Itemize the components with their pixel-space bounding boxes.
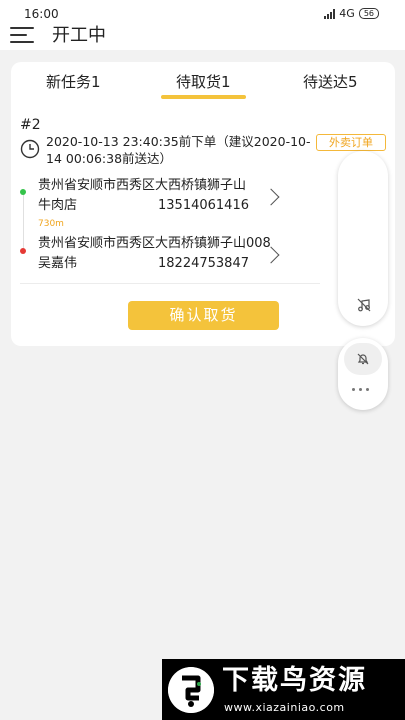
app-header: 开工中 [0, 22, 405, 50]
delivery-phone[interactable]: 18224753847 [158, 255, 249, 272]
pickup-address: 贵州省安顺市西秀区大西桥镇狮子山 [38, 178, 247, 193]
page-title: 开工中 [52, 25, 106, 46]
watermark-banner: 下载鸟资源 www.xiazainiao.com [162, 659, 405, 720]
delivery-name: 吴嘉伟 [38, 256, 78, 271]
watermark-title: 下载鸟资源 [222, 665, 367, 696]
route-line [23, 192, 24, 248]
tab-new-tasks[interactable]: 新任务1 [46, 72, 101, 92]
more-icon[interactable] [352, 388, 369, 391]
status-bar: 16:00 4G 56 [0, 0, 405, 22]
task-tabs: 新任务1 待取货1 待送达5 [11, 62, 395, 102]
clock-icon [20, 139, 40, 159]
battery-icon: 56 [358, 8, 379, 19]
signal-icon [324, 8, 336, 19]
tab-pending-delivery[interactable]: 待送达5 [303, 72, 358, 92]
order-time-text: 2020-10-13 23:40:35前下单（建议2020-10-14 00:0… [46, 134, 311, 166]
status-indicators: 4G 56 [324, 7, 379, 20]
music-note-off-icon[interactable] [357, 298, 371, 312]
confirm-pickup-button[interactable]: 确认取货 [128, 301, 279, 330]
watermark-logo-icon [168, 667, 214, 713]
distance-label: 730m [38, 219, 64, 229]
bell-button[interactable] [344, 343, 382, 375]
watermark-url: www.xiazainiao.com [224, 701, 345, 714]
pickup-detail-chevron-icon[interactable] [262, 188, 280, 206]
delivery-dot-icon [20, 248, 26, 254]
tab-pending-pickup[interactable]: 待取货1 [176, 72, 231, 92]
order-type-badge: 外卖订单 [316, 134, 386, 151]
floating-toolbar [338, 151, 388, 326]
delivery-address: 贵州省安顺市西秀区大西桥镇狮子山008 [38, 236, 271, 251]
hamburger-menu-icon[interactable] [10, 26, 34, 44]
pickup-phone[interactable]: 13514061416 [158, 197, 249, 214]
pickup-dot-icon [20, 189, 26, 195]
bell-off-icon[interactable] [356, 352, 370, 366]
active-tab-indicator [161, 95, 246, 99]
pickup-name: 牛肉店 [38, 198, 78, 213]
order-number: #2 [20, 117, 41, 133]
network-type: 4G [339, 7, 355, 20]
divider [20, 283, 320, 284]
status-time: 16:00 [24, 7, 59, 21]
floating-toolbar-secondary [338, 338, 388, 410]
